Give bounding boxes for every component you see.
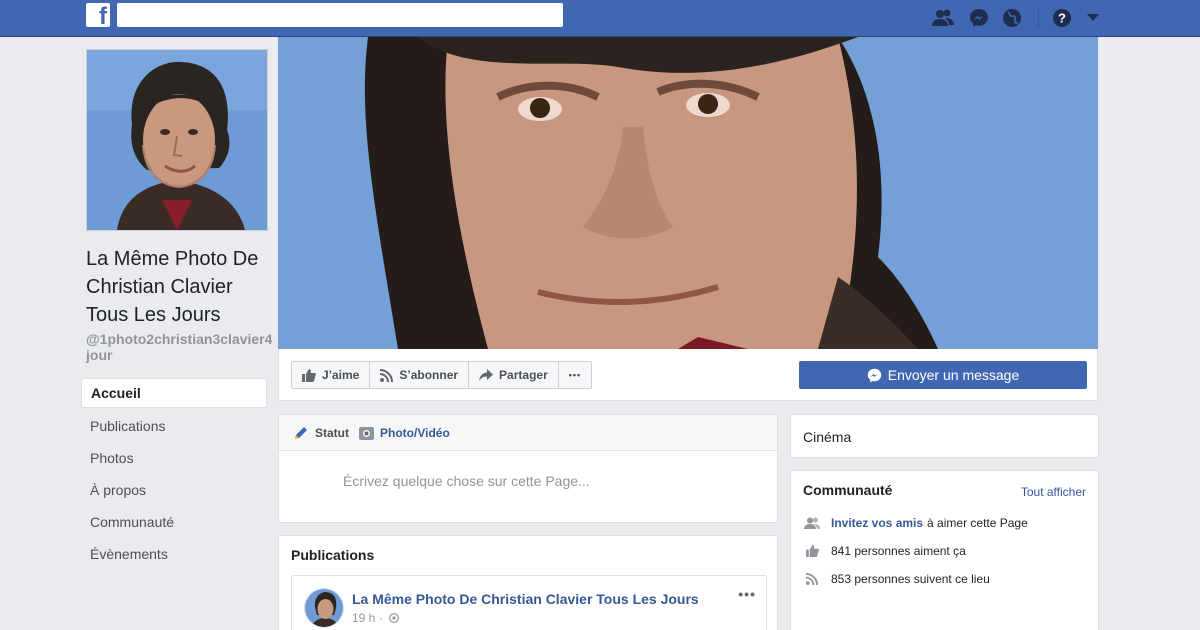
publications-heading: Publications [291, 547, 375, 563]
nav-item-accueil[interactable]: Accueil [81, 378, 267, 408]
post-composer: Statut Photo/Vidéo Écrivez quelque chose… [278, 414, 778, 523]
page-title[interactable]: La Même Photo De Christian Clavier Tous … [86, 245, 276, 329]
post-card: La Même Photo De Christian Clavier Tous … [291, 575, 767, 630]
post-author-name[interactable]: La Même Photo De Christian Clavier Tous … [352, 591, 699, 607]
more-actions-button[interactable]: ••• [557, 361, 593, 389]
see-all-link[interactable]: Tout afficher [1021, 485, 1086, 499]
nav-item-a-propos[interactable]: À propos [81, 474, 267, 506]
notifications-globe-icon[interactable] [1001, 7, 1023, 29]
share-arrow-icon [479, 369, 494, 381]
page-action-bar: J’aime S’abonner Partager ••• Envoyer un… [278, 349, 1098, 401]
invite-friends-row: Invitez vos amis à aimer cette Page [803, 513, 1028, 533]
likes-count-text: 841 personnes aiment ça [831, 544, 966, 558]
composer-tabs: Statut Photo/Vidéo [279, 415, 777, 451]
thumbs-up-icon [302, 368, 316, 382]
page-navigation: Accueil Publications Photos À propos Com… [81, 378, 267, 570]
messenger-icon [867, 368, 881, 382]
subscribe-button-label: S’abonner [399, 368, 459, 382]
subscribe-button[interactable]: S’abonner [369, 361, 470, 389]
tab-photo-video-label: Photo/Vidéo [380, 425, 450, 440]
page-category-card: Cinéma [790, 414, 1099, 458]
pencil-icon [295, 426, 307, 439]
page-category[interactable]: Cinéma [803, 429, 851, 445]
rss-icon [806, 573, 818, 585]
facebook-logo-letter: f [99, 3, 107, 30]
post-author-avatar[interactable] [304, 588, 344, 628]
post-timestamp[interactable]: 19 h · [352, 611, 399, 625]
tab-statut-label: Statut [315, 425, 349, 440]
publications-section: Publications La Même Photo De Christian … [278, 535, 778, 630]
community-card: Communauté Tout afficher Invitez vos ami… [790, 470, 1099, 630]
camera-icon [359, 426, 374, 440]
invite-friends-link[interactable]: Invitez vos amis [831, 516, 923, 530]
nav-item-publications[interactable]: Publications [81, 410, 267, 442]
topbar-separator [1038, 8, 1039, 28]
like-button-label: J’aime [322, 368, 360, 382]
thumbs-up-icon [805, 545, 819, 557]
facebook-logo[interactable]: f [86, 3, 110, 30]
friends-icon [804, 517, 820, 529]
cover-photo-closeup-face [278, 37, 1098, 349]
messenger-icon[interactable] [968, 7, 990, 29]
share-button[interactable]: Partager [468, 361, 559, 389]
friend-requests-icon[interactable] [932, 7, 954, 29]
like-button[interactable]: J’aime [291, 361, 371, 389]
top-navigation-bar: f ? [0, 0, 1200, 37]
post-time-label: 19 h · [352, 611, 383, 625]
share-button-label: Partager [499, 368, 548, 382]
invite-friends-text: à aimer cette Page [927, 516, 1028, 530]
likes-count-row: 841 personnes aiment ça [803, 541, 966, 561]
nav-item-photos[interactable]: Photos [81, 442, 267, 474]
followers-count-row: 853 personnes suivent ce lieu [803, 569, 990, 589]
account-menu-chevron-icon[interactable] [1082, 7, 1104, 29]
send-message-button[interactable]: Envoyer un message [799, 361, 1087, 389]
avatar-portrait [305, 589, 343, 627]
more-dots-icon: ••• [568, 370, 582, 380]
followers-count-text: 853 personnes suivent ce lieu [831, 572, 990, 586]
search-input[interactable] [117, 3, 563, 27]
profile-picture[interactable] [86, 49, 268, 231]
rss-icon [380, 368, 394, 382]
svg-text:?: ? [1058, 11, 1066, 26]
cover-photo[interactable] [278, 37, 1098, 349]
profile-photo-portrait [87, 50, 267, 230]
tab-statut[interactable]: Statut [293, 425, 349, 441]
post-options-button[interactable]: ••• [738, 586, 756, 602]
nav-item-communaute[interactable]: Communauté [81, 506, 267, 538]
page-action-buttons: J’aime S’abonner Partager ••• [291, 361, 593, 389]
help-icon[interactable]: ? [1051, 7, 1073, 29]
page-username[interactable]: @1photo2christian3clavier4jour [86, 331, 276, 363]
composer-text-input[interactable]: Écrivez quelque chose sur cette Page... [343, 473, 590, 489]
globe-public-icon [388, 613, 399, 623]
community-heading: Communauté [803, 482, 893, 498]
send-message-label: Envoyer un message [887, 367, 1020, 383]
nav-item-evenements[interactable]: Évènements [81, 538, 267, 570]
tab-photo-video[interactable]: Photo/Vidéo [359, 426, 450, 440]
